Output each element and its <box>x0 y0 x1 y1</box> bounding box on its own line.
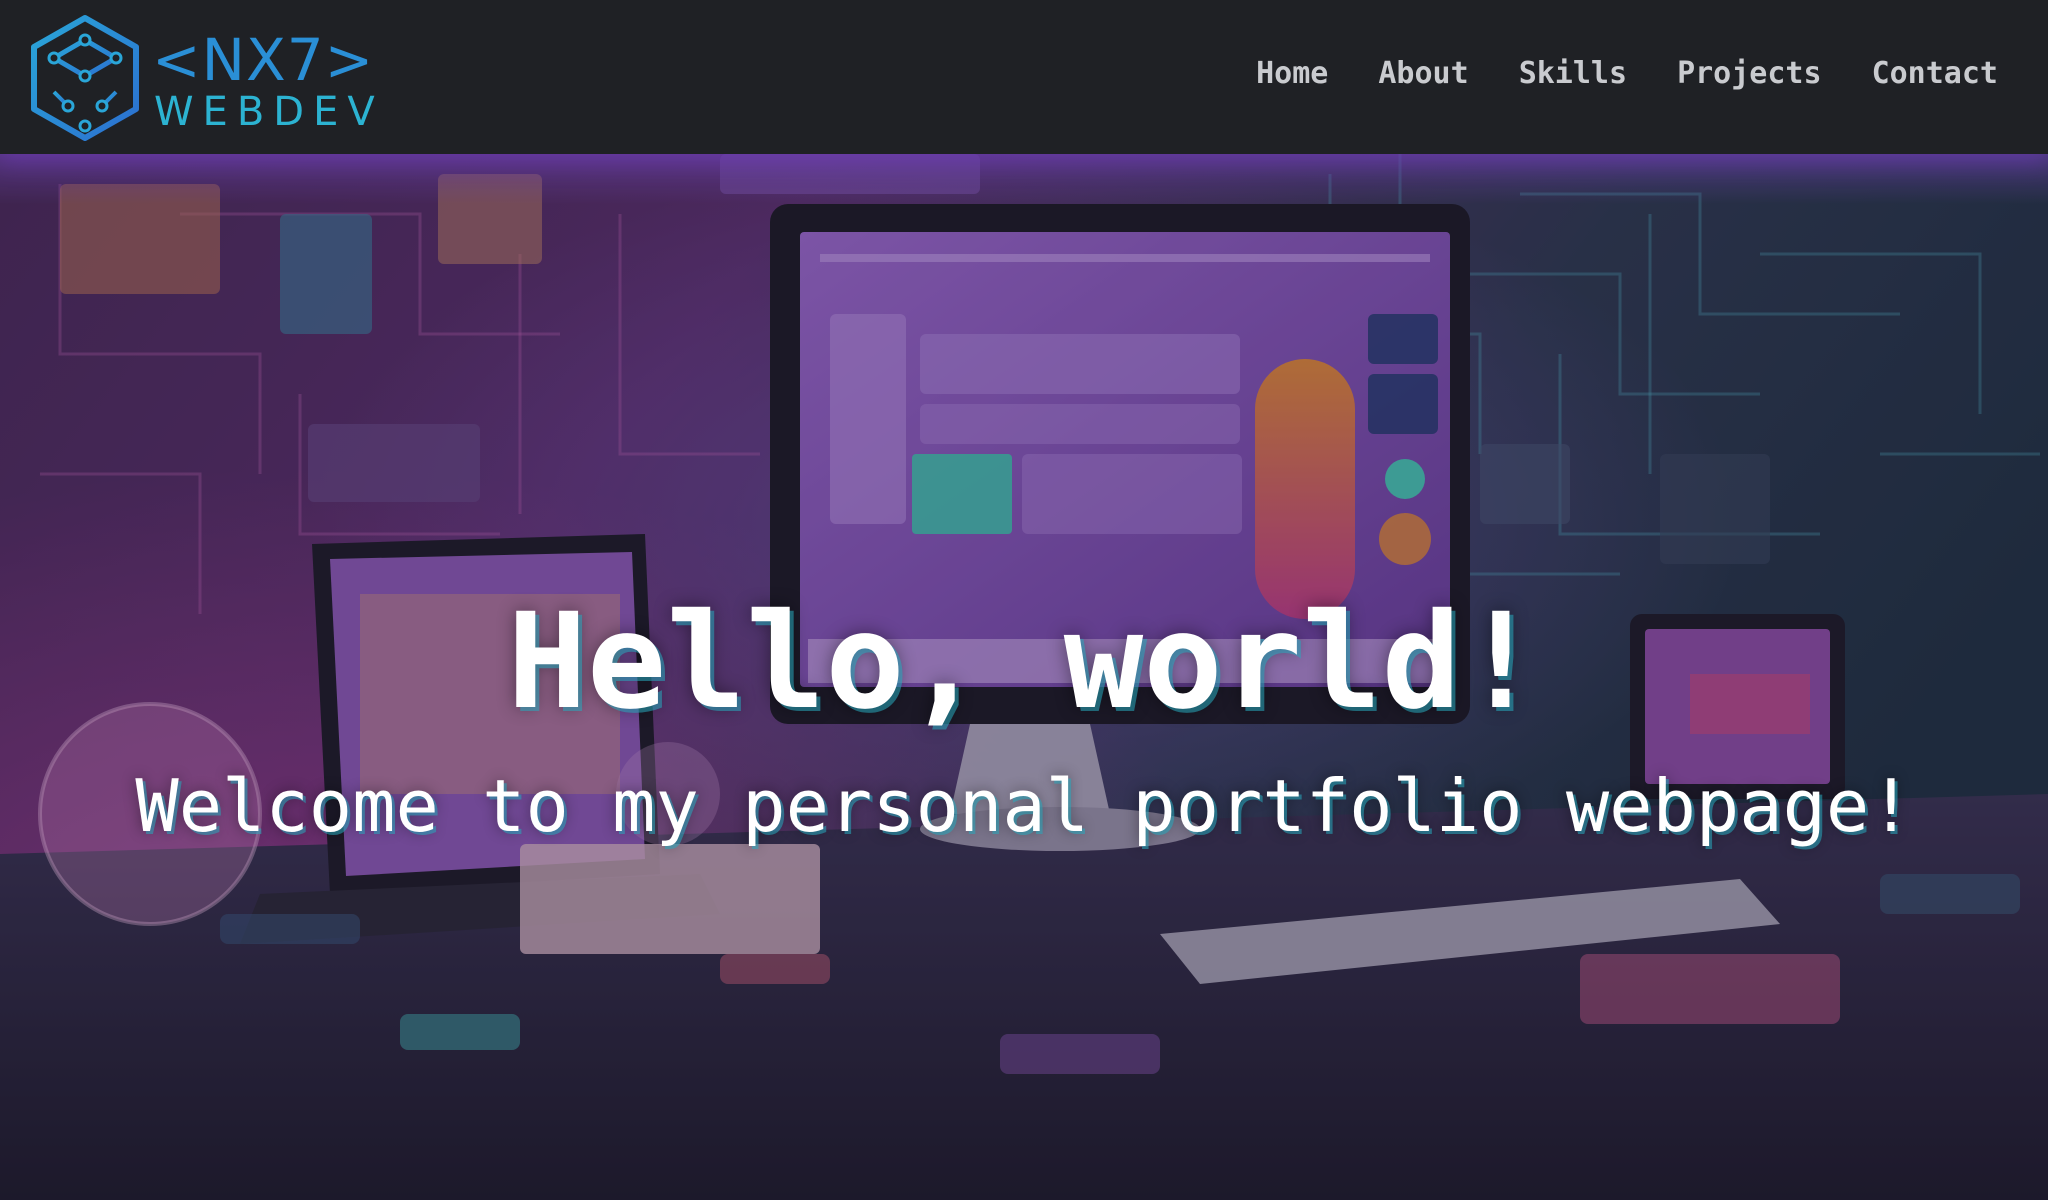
cube-network-icon <box>31 15 139 141</box>
nav-contact-link[interactable]: Contact <box>1872 56 1998 91</box>
hero-subtitle: Welcome to my personal portfolio webpage… <box>135 764 1913 848</box>
portfolio-page: <NX7> WEBDEV Home About Skills Projects … <box>0 0 2048 1200</box>
hero-section: Hello, world! Welcome to my personal por… <box>0 154 2048 1200</box>
nav-skills-link[interactable]: Skills <box>1519 56 1627 91</box>
logo-top-text: <NX7> <box>152 26 375 94</box>
nav-projects-link[interactable]: Projects <box>1677 56 1822 91</box>
site-header: <NX7> WEBDEV Home About Skills Projects … <box>0 0 2048 154</box>
site-logo[interactable]: <NX7> WEBDEV <box>28 14 388 142</box>
nav-home-link[interactable]: Home <box>1256 56 1328 91</box>
main-nav: Home About Skills Projects Contact <box>1256 56 1998 91</box>
hero-title: Hello, world! <box>507 585 1541 740</box>
logo-bottom-text: WEBDEV <box>154 89 384 135</box>
nav-about-link[interactable]: About <box>1378 56 1468 91</box>
